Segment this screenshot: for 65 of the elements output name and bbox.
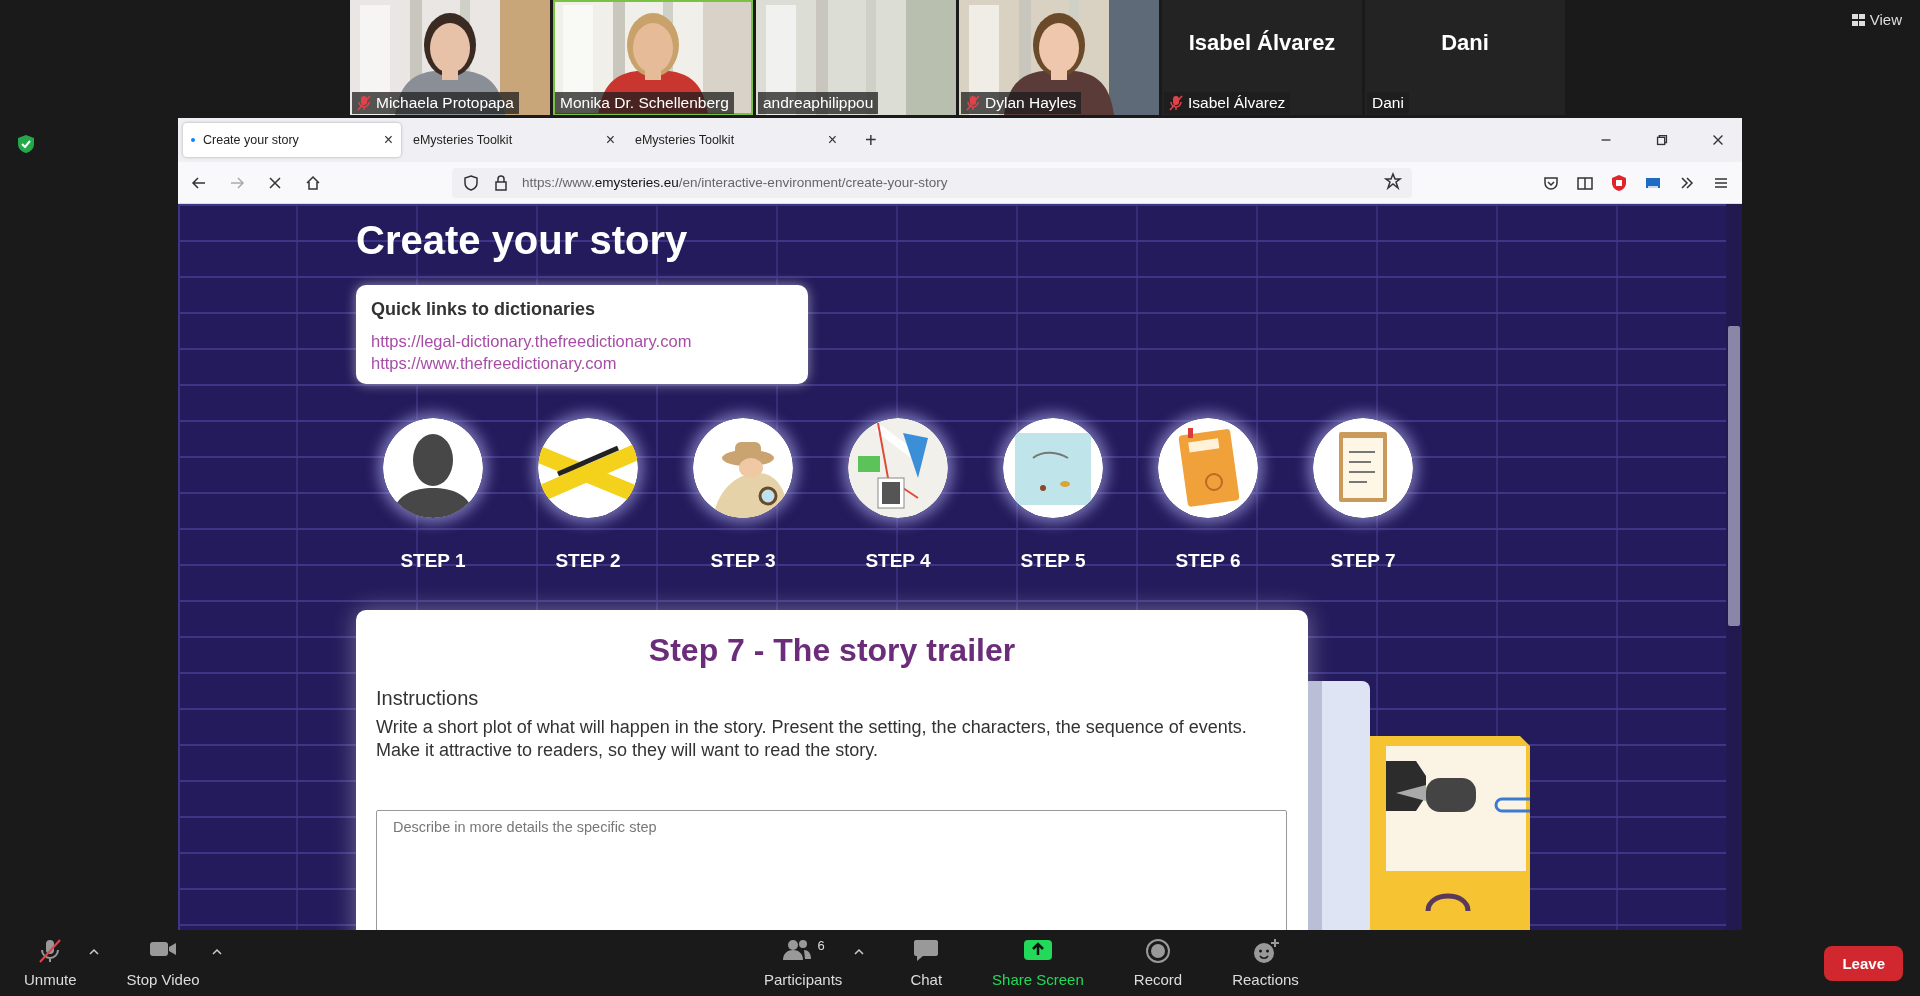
participant-count: 6	[817, 938, 825, 953]
toolbar-button[interactable]: Record	[1129, 938, 1187, 988]
caret-up-icon[interactable]	[211, 948, 222, 956]
page-title: Create your story	[356, 218, 689, 263]
url-text: https://www.emysteries.eu/en/interactive-environment/create-your-story	[522, 175, 948, 190]
share-screen-icon	[1022, 938, 1053, 962]
toolbar-button[interactable]: Chat	[906, 938, 947, 988]
tab-close-button[interactable]: ×	[605, 131, 615, 149]
lock-icon[interactable]	[492, 173, 510, 192]
participant-name-label: Isabel Álvarez	[1164, 92, 1291, 114]
participant-name-label: Monika Dr. Schellenberg	[555, 92, 734, 114]
new-tab-button[interactable]: +	[861, 128, 881, 152]
scrollbar[interactable]	[1726, 204, 1742, 930]
participant-name-label: Dani	[1367, 92, 1409, 114]
instructions-heading: Instructions	[376, 687, 480, 710]
toolbar-button[interactable]: Unmute	[20, 938, 81, 988]
dictionary-link[interactable]: https://www.thefreedictionary.com	[371, 352, 617, 374]
shield-icon[interactable]	[462, 173, 480, 192]
muted-mic-icon	[966, 95, 980, 111]
participant-name-label: Michaela Protopapa	[352, 92, 519, 114]
step-label[interactable]: STEP 1	[400, 550, 466, 572]
participant-name-label: andreaphilippou	[758, 92, 879, 114]
participant-display-name: Isabel Álvarez	[1188, 29, 1336, 56]
shield-extension-icon[interactable]	[1610, 173, 1628, 192]
step-label[interactable]: STEP 2	[555, 550, 621, 572]
toolbar-button[interactable]: 6 Participants	[760, 938, 847, 988]
view-button[interactable]: View	[1849, 9, 1904, 30]
tab-close-button[interactable]: ×	[827, 131, 837, 149]
leave-button[interactable]: Leave	[1824, 945, 1903, 981]
caret-up-icon[interactable]	[88, 948, 99, 956]
step-label[interactable]: STEP 5	[1020, 550, 1086, 572]
toolbar-button[interactable]: Stop Video	[122, 938, 204, 988]
step-label[interactable]: STEP 7	[1330, 550, 1396, 572]
browser-tab[interactable]: eMysteries Toolkit ×	[627, 123, 845, 157]
step-title: Step 7 - The story trailer	[647, 632, 1017, 669]
toolbar-button[interactable]: Reactions	[1228, 938, 1303, 988]
grid-icon	[1851, 13, 1865, 26]
participant-name-label: Dylan Hayles	[961, 92, 1082, 114]
browser-tab[interactable]: Create your story ×	[183, 123, 401, 157]
instructions-text: Write a short plot of what will happen in the story. Present the setting, the characters, the sequence of events. Make it attractive to readers, so they will want to read the story.	[376, 716, 1248, 762]
browser-tab[interactable]: eMysteries Toolkit ×	[405, 123, 623, 157]
record-icon	[1144, 938, 1171, 964]
restore-icon[interactable]	[1654, 132, 1670, 148]
step-label[interactable]: STEP 3	[710, 550, 776, 572]
tab-close-button[interactable]: ×	[383, 131, 393, 149]
toolbar-button[interactable]: Share Screen	[988, 938, 1088, 988]
people-icon	[781, 938, 812, 962]
tab-title: eMysteries Toolkit	[413, 133, 514, 147]
home-icon[interactable]	[304, 173, 322, 192]
star-icon[interactable]	[1384, 172, 1402, 190]
tab-title: Create your story	[203, 133, 300, 147]
dictionary-link[interactable]: https://legal-dictionary.thefreedictionary.com	[371, 330, 692, 352]
participant-display-name: Dani	[1441, 29, 1489, 56]
chat-bubble-icon	[913, 938, 940, 962]
smiley-plus-icon	[1251, 938, 1280, 964]
step-label[interactable]: STEP 4	[865, 550, 931, 572]
tab-title: eMysteries Toolkit	[635, 133, 736, 147]
shield-check-icon	[17, 134, 35, 154]
description-field[interactable]: Describe in more details the specific step	[376, 810, 1287, 930]
card-heading: Quick links to dictionaries	[371, 299, 597, 320]
muted-mic-icon	[357, 95, 371, 111]
caret-up-icon[interactable]	[854, 948, 865, 956]
muted-mic-icon	[1169, 95, 1183, 111]
address-bar[interactable]: https://www.emysteries.eu/en/interactive-environment/create-your-story	[452, 167, 1412, 198]
step-label[interactable]: STEP 6	[1175, 550, 1241, 572]
